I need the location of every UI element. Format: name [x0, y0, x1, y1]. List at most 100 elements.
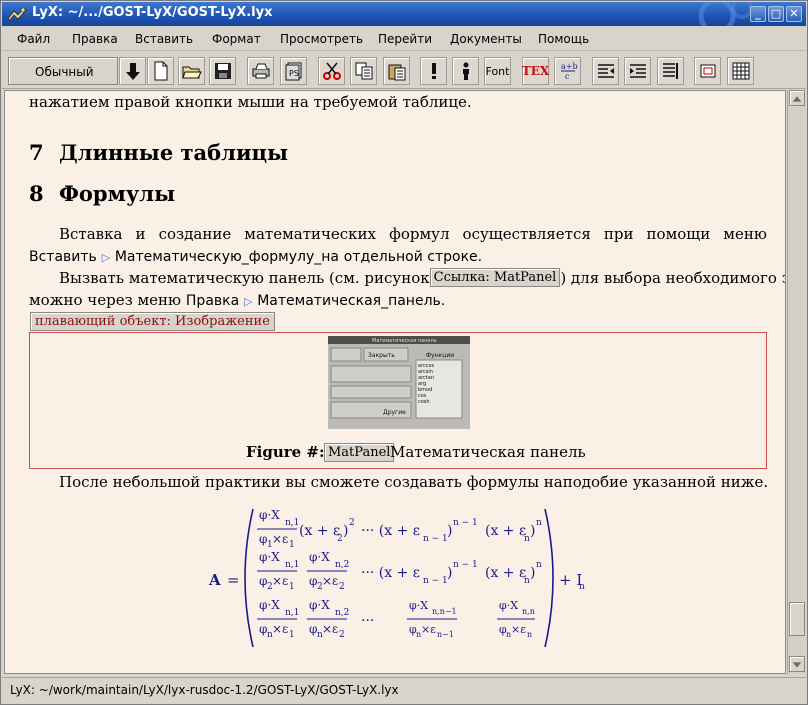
svg-text:n,2: n,2	[335, 560, 349, 570]
svg-text:c: c	[565, 72, 570, 81]
menu-file[interactable]: Файл	[17, 32, 50, 46]
svg-text:1: 1	[289, 540, 295, 550]
floppy-disk-icon	[214, 63, 231, 79]
save-button[interactable]	[209, 57, 236, 85]
svg-text:(x + ε: (x + ε	[299, 523, 340, 539]
cut-button[interactable]	[318, 57, 345, 85]
menu-edit[interactable]: Правка	[72, 32, 118, 46]
title-bar: LyX: ~/.../GOST-LyX/GOST-LyX.lyx _ □ ✕	[2, 2, 806, 26]
para1-line1: Вставка и создание математических формул…	[59, 225, 767, 243]
panel-fn-text: cosh	[418, 399, 430, 405]
word: и	[135, 225, 146, 243]
status-text: LyX: ~/work/maintain/LyX/lyx-rusdoc-1.2/…	[10, 683, 399, 697]
arrow-down-icon	[792, 662, 802, 668]
para2-line1: Вызвать математическую панель (см. рисун…	[59, 268, 785, 287]
tex-label: TEX	[521, 64, 550, 78]
svg-text:n: n	[536, 560, 542, 570]
svg-text:φ·X: φ·X	[259, 508, 280, 522]
svg-text:): )	[530, 523, 535, 539]
word: создание	[158, 225, 232, 243]
paragraph-layout-select[interactable]: Обычный	[8, 57, 118, 85]
open-folder-icon	[181, 66, 202, 79]
menu-documents[interactable]: Документы	[450, 32, 522, 46]
insert-tex-button[interactable]: TEX	[522, 57, 549, 85]
scroll-thumb[interactable]	[789, 602, 805, 636]
lyx-window: LyX: ~/.../GOST-LyX/GOST-LyX.lyx _ □ ✕ Ф…	[0, 0, 808, 705]
vertical-scrollbar[interactable]	[787, 90, 805, 674]
svg-text:2: 2	[349, 518, 355, 528]
open-document-button[interactable]	[178, 57, 205, 85]
copy-button[interactable]	[350, 57, 377, 85]
noun-button[interactable]	[452, 57, 479, 85]
svg-text:n,1: n,1	[285, 608, 299, 618]
figure-label-button[interactable]: MatPanel	[324, 443, 395, 462]
paste-button[interactable]	[383, 57, 410, 85]
titlebar-gear-decoration-icon	[698, 2, 752, 26]
arrow-up-icon	[792, 96, 802, 102]
para2-line2: можно через меню Правка ▷ Математическая…	[29, 291, 445, 309]
scroll-down-button[interactable]	[789, 656, 805, 672]
word: при	[603, 225, 634, 243]
doc-line-prev-paragraph: нажатием правой кнопки мыши на требуемой…	[29, 93, 472, 111]
window-title: LyX: ~/.../GOST-LyX/GOST-LyX.lyx	[32, 5, 273, 20]
insert-table-button[interactable]	[727, 57, 754, 85]
figure-caption-prefix: Figure #:	[246, 443, 325, 461]
menuref-math-panel[interactable]: Математическая_панель.	[257, 293, 445, 309]
svg-text:2: 2	[339, 582, 345, 592]
list-outdent-icon	[597, 64, 614, 78]
minimize-button[interactable]: _	[750, 6, 766, 22]
svg-text:1: 1	[289, 630, 295, 640]
font-button[interactable]: Font	[484, 57, 511, 85]
maximize-button[interactable]: □	[768, 6, 784, 22]
ref-matpanel-button[interactable]: Ссылка: MatPanel	[429, 268, 561, 287]
svg-text:n − 1: n − 1	[423, 576, 448, 586]
new-document-button[interactable]	[147, 57, 174, 85]
float-figure-button[interactable]: плавающий объект: Изображение	[30, 312, 275, 331]
scissors-icon	[322, 62, 341, 80]
math-panel-image[interactable]: Математическая панель Закрыть Функции ar…	[328, 336, 470, 429]
depth-increase-button[interactable]	[624, 57, 651, 85]
svg-text:n,n: n,n	[522, 607, 535, 616]
menu-format[interactable]: Формат	[212, 32, 261, 46]
para2-text-end: ) для выбора необходимого знака	[560, 268, 785, 287]
svg-text:··· (x + ε: ··· (x + ε	[361, 565, 420, 581]
font-label: Font	[485, 64, 510, 78]
panel-other-text: Другие	[383, 409, 406, 416]
menuref-insert[interactable]: Вставить	[29, 249, 97, 265]
svg-text:): )	[343, 523, 348, 539]
word: Вставка	[59, 225, 123, 243]
svg-text:): )	[530, 565, 535, 581]
svg-text:): )	[447, 565, 452, 581]
section-8-number: 8	[29, 181, 44, 206]
print-button[interactable]	[247, 57, 274, 85]
svg-text:n − 1: n − 1	[453, 560, 478, 570]
para2-text-start: Вызвать математическую панель (см. рисун…	[59, 268, 430, 287]
menu-navigate[interactable]: Перейти	[378, 32, 432, 46]
scroll-up-button[interactable]	[789, 90, 805, 106]
emphasis-button[interactable]	[420, 57, 447, 85]
svg-text:n,1: n,1	[285, 560, 299, 570]
menuref-edit[interactable]: Правка	[186, 293, 239, 309]
lyx-app-icon[interactable]	[6, 5, 28, 23]
insert-figure-button[interactable]	[694, 57, 721, 85]
svg-text:φ·X: φ·X	[499, 599, 518, 612]
insert-math-button[interactable]: a+b c	[554, 57, 581, 85]
table-icon	[732, 62, 749, 80]
export-ps-button[interactable]: PS	[280, 57, 307, 85]
menuref-math-display[interactable]: Математическую_формулу_на	[115, 249, 339, 265]
menu-help[interactable]: Помощь	[538, 32, 589, 46]
svg-text:n: n	[536, 518, 542, 528]
document-workarea[interactable]: нажатием правой кнопки мыши на требуемой…	[4, 90, 786, 674]
menu-insert[interactable]: Вставить	[135, 32, 193, 46]
panel-functions-title-text: Функции	[426, 352, 454, 359]
insert-footnote-button[interactable]	[657, 57, 684, 85]
math-formula[interactable]: A = φ·Xn,1 φ 1 ×ε 1 (x + ε2) 2 ··· (x + εn −…	[185, 503, 605, 653]
svg-text:2: 2	[339, 630, 345, 640]
close-button[interactable]: ✕	[786, 6, 802, 22]
svg-text:···: ···	[361, 613, 374, 629]
svg-text:n: n	[579, 582, 585, 592]
menu-view[interactable]: Просмотреть	[280, 32, 363, 46]
layout-dropdown-arrow-button[interactable]	[119, 57, 146, 85]
depth-decrease-button[interactable]	[592, 57, 619, 85]
float-figure-box: Математическая панель Закрыть Функции ar…	[29, 332, 767, 469]
